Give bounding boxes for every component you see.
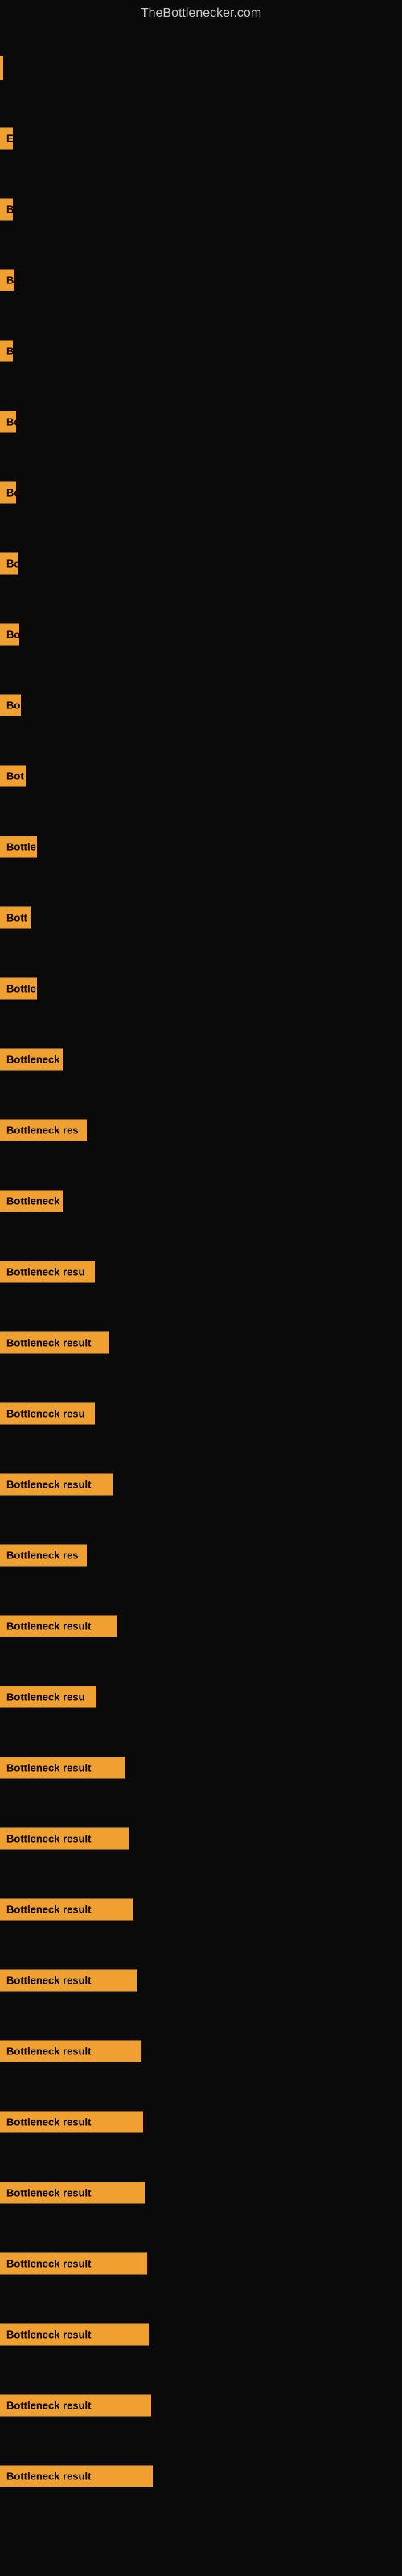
list-item: Bottleneck result xyxy=(0,2087,402,2157)
item-label: Bottleneck result xyxy=(0,1616,117,1637)
list-item: Bo xyxy=(0,528,402,599)
list-item: Bottleneck xyxy=(0,1024,402,1095)
item-label: Bottleneck resu xyxy=(0,1686,96,1708)
item-label: Bottleneck result xyxy=(0,2112,143,2133)
item-label: Bottleneck result xyxy=(0,1970,137,1992)
list-item: Bottleneck result xyxy=(0,2370,402,2441)
item-label: E xyxy=(0,128,13,150)
list-item: Bottleneck result xyxy=(0,1945,402,2016)
item-label: Bottleneck res xyxy=(0,1120,87,1141)
list-item: Bot xyxy=(0,741,402,811)
item-label: Bottle xyxy=(0,978,37,1000)
item-label: Bottleneck result xyxy=(0,1828,129,1850)
item-label: Bo xyxy=(0,553,18,575)
list-item: Bottleneck resu xyxy=(0,1378,402,1449)
list-item: Bo xyxy=(0,245,402,316)
item-label: Bottleneck result xyxy=(0,2466,153,2487)
list-item: B xyxy=(0,316,402,386)
item-label: Bottleneck resu xyxy=(0,1261,95,1283)
site-title: TheBottlenecker.com xyxy=(0,0,402,24)
list-item: Bo xyxy=(0,386,402,457)
list-item: Bottleneck result xyxy=(0,2228,402,2299)
item-label: Bo xyxy=(0,624,19,646)
list-item: Bottleneck result xyxy=(0,2441,402,2512)
list-item: Bottleneck result xyxy=(0,2299,402,2370)
item-label: Bottleneck xyxy=(0,1191,63,1212)
list-item: Bottleneck result xyxy=(0,1874,402,1945)
item-label: Bo xyxy=(0,695,21,716)
item-label: Bo xyxy=(0,482,16,504)
list-item: Bottleneck result xyxy=(0,1732,402,1803)
list-item: Bottleneck result xyxy=(0,1449,402,1520)
list-item: Bottleneck xyxy=(0,1166,402,1236)
item-label: Bottleneck result xyxy=(0,2182,145,2204)
item-label: Bottleneck result xyxy=(0,1332,109,1354)
list-item: Bo xyxy=(0,457,402,528)
list-item: Bottle xyxy=(0,811,402,882)
list-item: Bottleneck result xyxy=(0,2157,402,2228)
list-item: Bottleneck result xyxy=(0,1591,402,1662)
list-item: Bo xyxy=(0,599,402,670)
item-label: Bottle xyxy=(0,836,37,858)
item-label: Bottleneck result xyxy=(0,2395,151,2417)
list-item: Bott xyxy=(0,882,402,953)
list-item: Bo xyxy=(0,670,402,741)
list-item: B xyxy=(0,174,402,245)
item-label: Bottleneck res xyxy=(0,1545,87,1567)
item-bar xyxy=(0,56,3,80)
item-label: B xyxy=(0,341,13,362)
list-item: Bottleneck result xyxy=(0,1307,402,1378)
list-item: Bottleneck resu xyxy=(0,1236,402,1307)
items-container: E B Bo B Bo Bo Bo Bo Bo Bot Bottle Bott Bottle Bottle… xyxy=(0,24,402,2520)
list-item: Bottleneck resu xyxy=(0,1662,402,1732)
list-item: Bottleneck result xyxy=(0,2016,402,2087)
item-label: Bo xyxy=(0,270,14,291)
item-label: Bo xyxy=(0,411,16,433)
item-label: Bottleneck result xyxy=(0,2041,141,2062)
item-label: B xyxy=(0,199,13,221)
list-item xyxy=(0,32,402,103)
item-label: Bott xyxy=(0,907,31,929)
item-label: Bottleneck resu xyxy=(0,1403,95,1425)
list-item: Bottle xyxy=(0,953,402,1024)
list-item: Bottleneck res xyxy=(0,1095,402,1166)
item-label: Bottleneck result xyxy=(0,2253,147,2275)
item-label: Bottleneck result xyxy=(0,2324,149,2346)
item-label: Bottleneck result xyxy=(0,1899,133,1921)
item-label: Bottleneck result xyxy=(0,1474,113,1496)
item-label: Bottleneck xyxy=(0,1049,63,1071)
item-label: Bottleneck result xyxy=(0,1757,125,1779)
list-item: Bottleneck result xyxy=(0,1803,402,1874)
item-label: Bot xyxy=(0,766,26,787)
list-item: E xyxy=(0,103,402,174)
list-item: Bottleneck res xyxy=(0,1520,402,1591)
